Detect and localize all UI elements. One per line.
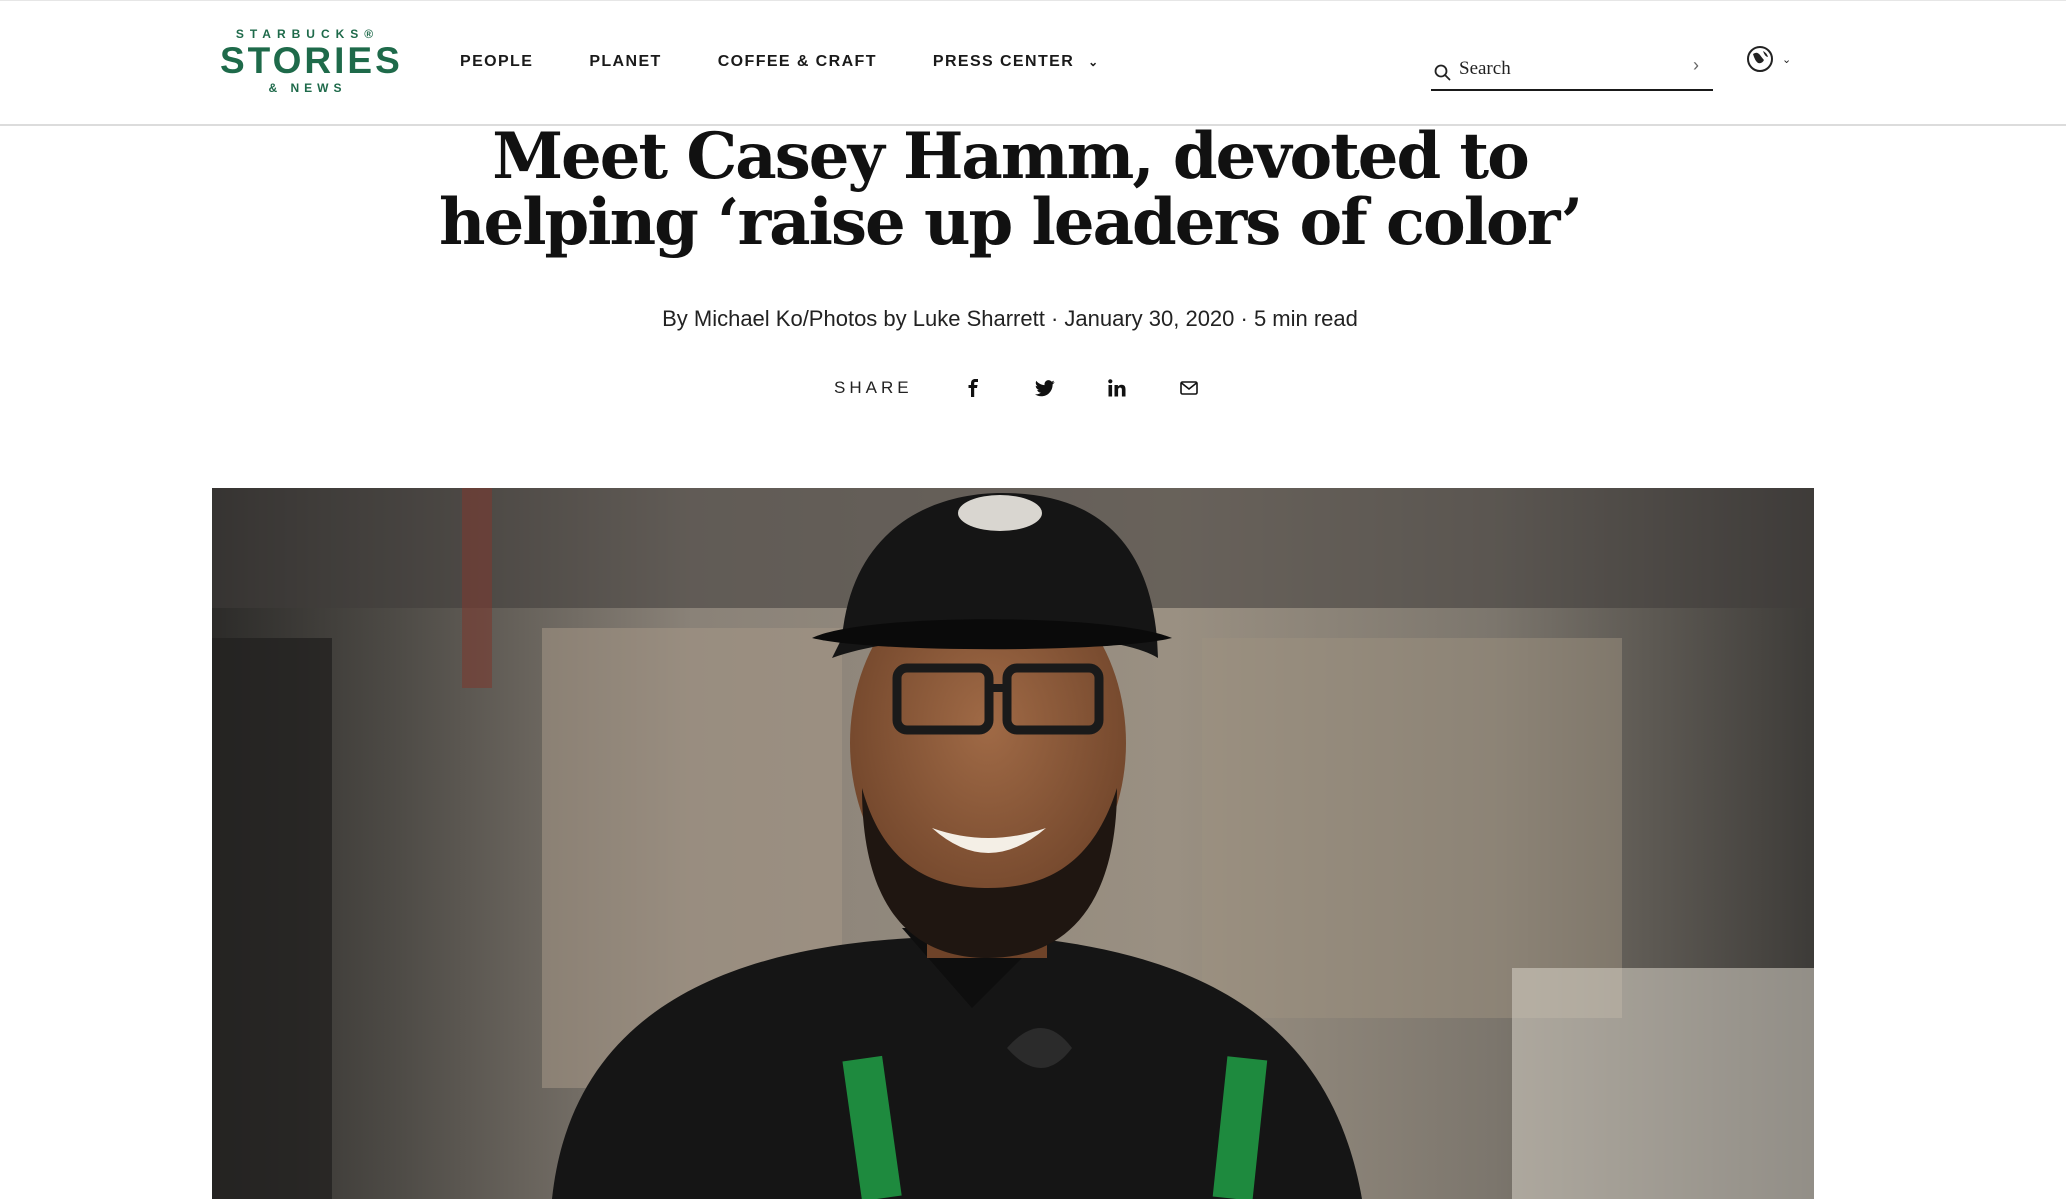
facebook-icon[interactable] (961, 376, 985, 400)
logo-line-3: & NEWS (268, 81, 347, 95)
language-selector[interactable]: ⌄ (1746, 45, 1791, 73)
logo-line-2: STORIES (220, 40, 403, 81)
search-icon (1434, 64, 1451, 81)
article-title-line-1: Meet Casey Hamm, devoted to (492, 119, 1530, 194)
article-byline: By Michael Ko/Photos by Luke Sharrett · … (662, 306, 1358, 331)
nav-item-people[interactable]: PEOPLE (460, 53, 533, 71)
share-bar: SHARE (834, 376, 1249, 400)
share-label: SHARE (834, 378, 913, 397)
email-icon[interactable] (1177, 376, 1201, 400)
starbucks-stories-logo[interactable]: STARBUCKS® STORIES & NEWS (220, 27, 403, 95)
search-input[interactable] (1459, 58, 1679, 80)
nav-item-coffee-craft[interactable]: COFFEE & CRAFT (718, 53, 877, 71)
globe-icon (1747, 46, 1773, 72)
linkedin-icon[interactable] (1105, 376, 1129, 400)
site-header: STARBUCKS® STORIES & NEWS PEOPLE PLANET … (0, 0, 2066, 126)
nav-item-label: PEOPLE (460, 53, 534, 70)
nav-item-label: PRESS CENTER (932, 53, 1075, 70)
search-box: › (1431, 49, 1713, 91)
chevron-down-icon: ⌄ (1088, 55, 1100, 69)
twitter-icon[interactable] (1033, 376, 1057, 400)
hero-photo (212, 488, 1814, 1199)
nav-item-planet[interactable]: PLANET (589, 53, 661, 71)
nav-item-label: COFFEE & CRAFT (717, 53, 877, 70)
nav-item-label: PLANET (589, 53, 662, 70)
portrait-illustration (212, 488, 1814, 1199)
main-nav: PEOPLE PLANET COFFEE & CRAFT PRESS CENTE… (460, 53, 1156, 71)
nav-item-press-center[interactable]: PRESS CENTER ⌄ (933, 53, 1100, 71)
article-title-line-2: helping ‘raise up leaders of color’ (438, 185, 1583, 260)
search-submit-arrow-icon[interactable]: › (1693, 55, 1699, 76)
logo-line-1: STARBUCKS® (235, 27, 380, 41)
article-title: Meet Casey Hamm, devoted to helping ‘rai… (360, 124, 1660, 256)
chevron-down-icon: ⌄ (1782, 53, 1792, 66)
